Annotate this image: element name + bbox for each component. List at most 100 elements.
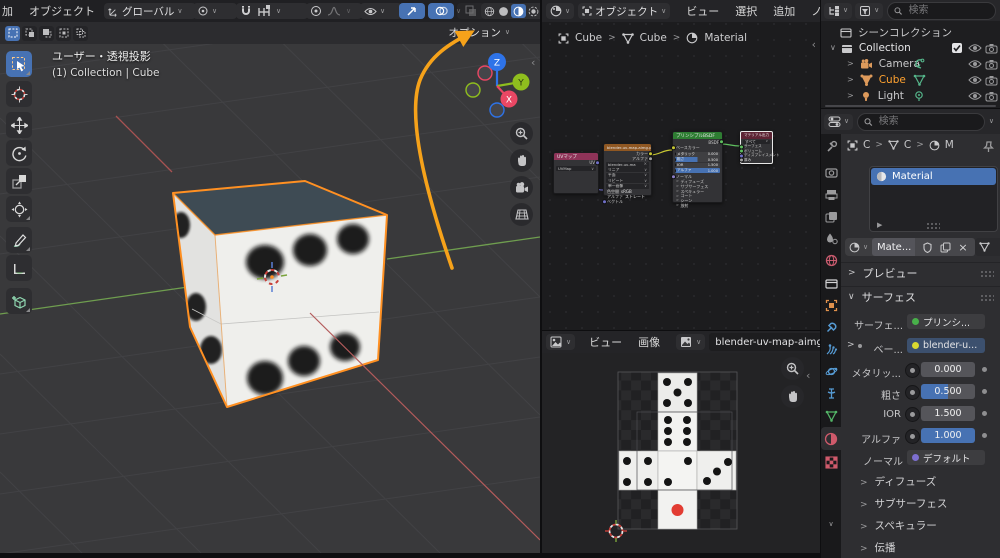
properties-search[interactable] [857,112,985,131]
show-gizmo-button[interactable] [399,3,425,19]
outliner-search[interactable] [887,1,996,20]
link-target-dropdown[interactable]: ∨ [975,238,1000,256]
section-transmission[interactable]: > 伝播 [860,540,896,555]
tab-particles[interactable] [821,339,841,360]
tabs-overflow-icon[interactable]: ∨ [821,514,841,535]
bsdf-section-emission[interactable]: > 放射 [673,203,722,208]
show-overlays-button[interactable] [428,3,454,19]
breadcrumb-material[interactable]: Material [704,32,747,44]
viewport-zoom-button[interactable] [510,122,533,145]
tool-scale[interactable] [6,168,32,194]
select-mode-subtract-button[interactable] [39,25,54,41]
alpha-socket-button[interactable] [905,429,920,444]
surface-shader-button[interactable]: プリンシ... [907,314,985,329]
tool-transform[interactable] [6,196,32,222]
gizmo-negx-ball[interactable] [477,65,493,81]
snap-target-icon[interactable] [257,5,271,17]
image-extension-select[interactable]: リピート ∨ [606,178,649,183]
outliner-row-collection[interactable]: ∨ Collection [821,40,1000,56]
region-toggle-icon[interactable]: ‹ [806,369,810,382]
shader-editor[interactable]: UVマップ UV UVMap∨ blender-uv-map-aimg.png … [542,0,820,330]
node-output-alpha[interactable]: アルファ [604,156,653,162]
tab-constraints[interactable] [821,383,841,404]
node-uv-map[interactable]: UVマップ UV UVMap ∨ [553,152,600,194]
material-slot-row-selected[interactable]: Material [871,168,996,185]
metallic-slider[interactable]: 0.000 [921,362,975,377]
viewport-camera-view-button[interactable] [510,176,533,199]
normal-widget[interactable]: デフォルト [907,450,985,465]
editor-type-button[interactable]: ∨ [824,2,853,19]
base-color-expander[interactable]: > [847,341,862,350]
viewport-pan-button[interactable] [510,149,533,172]
close-icon[interactable]: × [644,162,647,166]
bsdf-base-color-row[interactable]: ベースカラー [671,145,722,151]
shading-wireframe-button[interactable] [483,4,496,18]
panel-drag-grip[interactable] [980,269,994,277]
bsdf-ior-slider[interactable]: IOR 1.500 [675,162,720,168]
transform-orientation-dropdown[interactable]: グローバル ∨ [104,3,196,19]
tool-add-cube[interactable] [6,288,32,314]
ior-decorator[interactable] [982,411,987,416]
outliner-row-scene-collection[interactable]: シーンコレクション [821,24,1000,40]
image-interpolation-select[interactable]: リニア ∨ [606,167,649,172]
shading-material-preview-button[interactable] [511,4,526,18]
metallic-socket-button[interactable] [905,363,920,378]
bsdf-roughness-slider[interactable]: 粗さ 0.500 [675,157,720,162]
snap-magnet-icon[interactable] [240,5,252,17]
breadcrumb-object[interactable]: Cube [575,32,602,44]
material-slot-list[interactable]: Material ▶ [869,166,998,232]
roughness-slider[interactable]: 0.500 [921,384,975,399]
uvmap-select[interactable]: UVMap ∨ [556,166,596,171]
image-pan-button[interactable] [781,385,804,408]
editor-type-button[interactable]: ∨ [546,334,576,350]
image-zoom-button[interactable] [781,357,804,380]
region-toggle-icon[interactable]: ‹ [812,38,816,51]
crumb-object[interactable]: C [863,139,870,151]
image-datablock-button[interactable]: ∨ [676,334,706,350]
image-name-field[interactable]: blender-uv-map-aimg.pn [709,333,820,351]
roughness-decorator[interactable] [982,389,987,394]
render-visibility-icon[interactable] [985,43,998,54]
node-image-texture[interactable]: blender-uv-map-aimg.png カラー アルファ blender… [602,143,653,205]
proportional-edit-icon[interactable] [310,5,322,17]
chevron-down-icon[interactable]: ∨ [346,7,351,15]
menu-node[interactable]: ノ [803,3,820,19]
base-color-link[interactable]: blender-u... [907,338,985,353]
render-visibility-icon[interactable] [985,59,998,70]
render-visibility-icon[interactable] [985,75,998,86]
options-dropdown[interactable]: オプション ∨ [448,25,510,40]
tab-modifiers[interactable] [821,317,841,338]
shading-solid-button[interactable] [497,4,510,18]
viewport-3d[interactable]: 加 オブジェクト グローバル ∨ ∨ ∨ ∨ ∨ ∨ オプション ∨ ユーザー・… [0,0,540,553]
roughness-socket-button[interactable] [905,385,920,400]
section-diffuse[interactable]: > ディフューズ [860,474,936,489]
properties-search-input[interactable] [876,115,978,128]
outliner-row-camera[interactable]: > Camera [821,56,1000,72]
ior-socket-button[interactable] [905,407,920,422]
navigation-gizmo[interactable]: Z Y X [462,48,538,124]
tool-move[interactable] [6,112,32,138]
panel-preview-header[interactable]: > プレビュー [841,265,1000,281]
tab-object-data[interactable] [821,405,841,426]
eye-icon[interactable] [968,91,982,101]
viewport-canvas[interactable] [0,0,540,553]
tab-object[interactable] [821,295,841,316]
chevron-down-icon[interactable]: ∨ [276,7,281,15]
tool-annotate[interactable] [6,227,32,253]
unlink-material-button[interactable]: × [951,238,975,256]
checkbox-icon[interactable] [951,42,963,54]
tab-render[interactable] [821,162,841,183]
section-subsurface[interactable]: > サブサーフェス [860,496,947,511]
chevron-down-icon[interactable]: ∨ [989,118,994,125]
properties-editor[interactable]: ∨ ∨ ∨ [821,109,1000,558]
eye-icon[interactable] [968,43,982,53]
outliner-row-light[interactable]: > Light [821,88,1000,104]
tab-view-layer[interactable] [821,206,841,227]
expand-icon[interactable]: > [847,92,854,100]
node-principled-bsdf[interactable]: プリンシプルBSDF BSDF ベースカラー メタリック 0.000 粗さ 0.50… [671,131,724,208]
tool-rotate[interactable] [6,140,32,166]
image-datablock[interactable]: blender-uv-ma × [606,161,649,167]
section-specular[interactable]: > スペキュラー [860,518,937,533]
alpha-slider[interactable]: 1.000 [921,428,975,443]
menu-add[interactable]: 加 [0,3,21,19]
